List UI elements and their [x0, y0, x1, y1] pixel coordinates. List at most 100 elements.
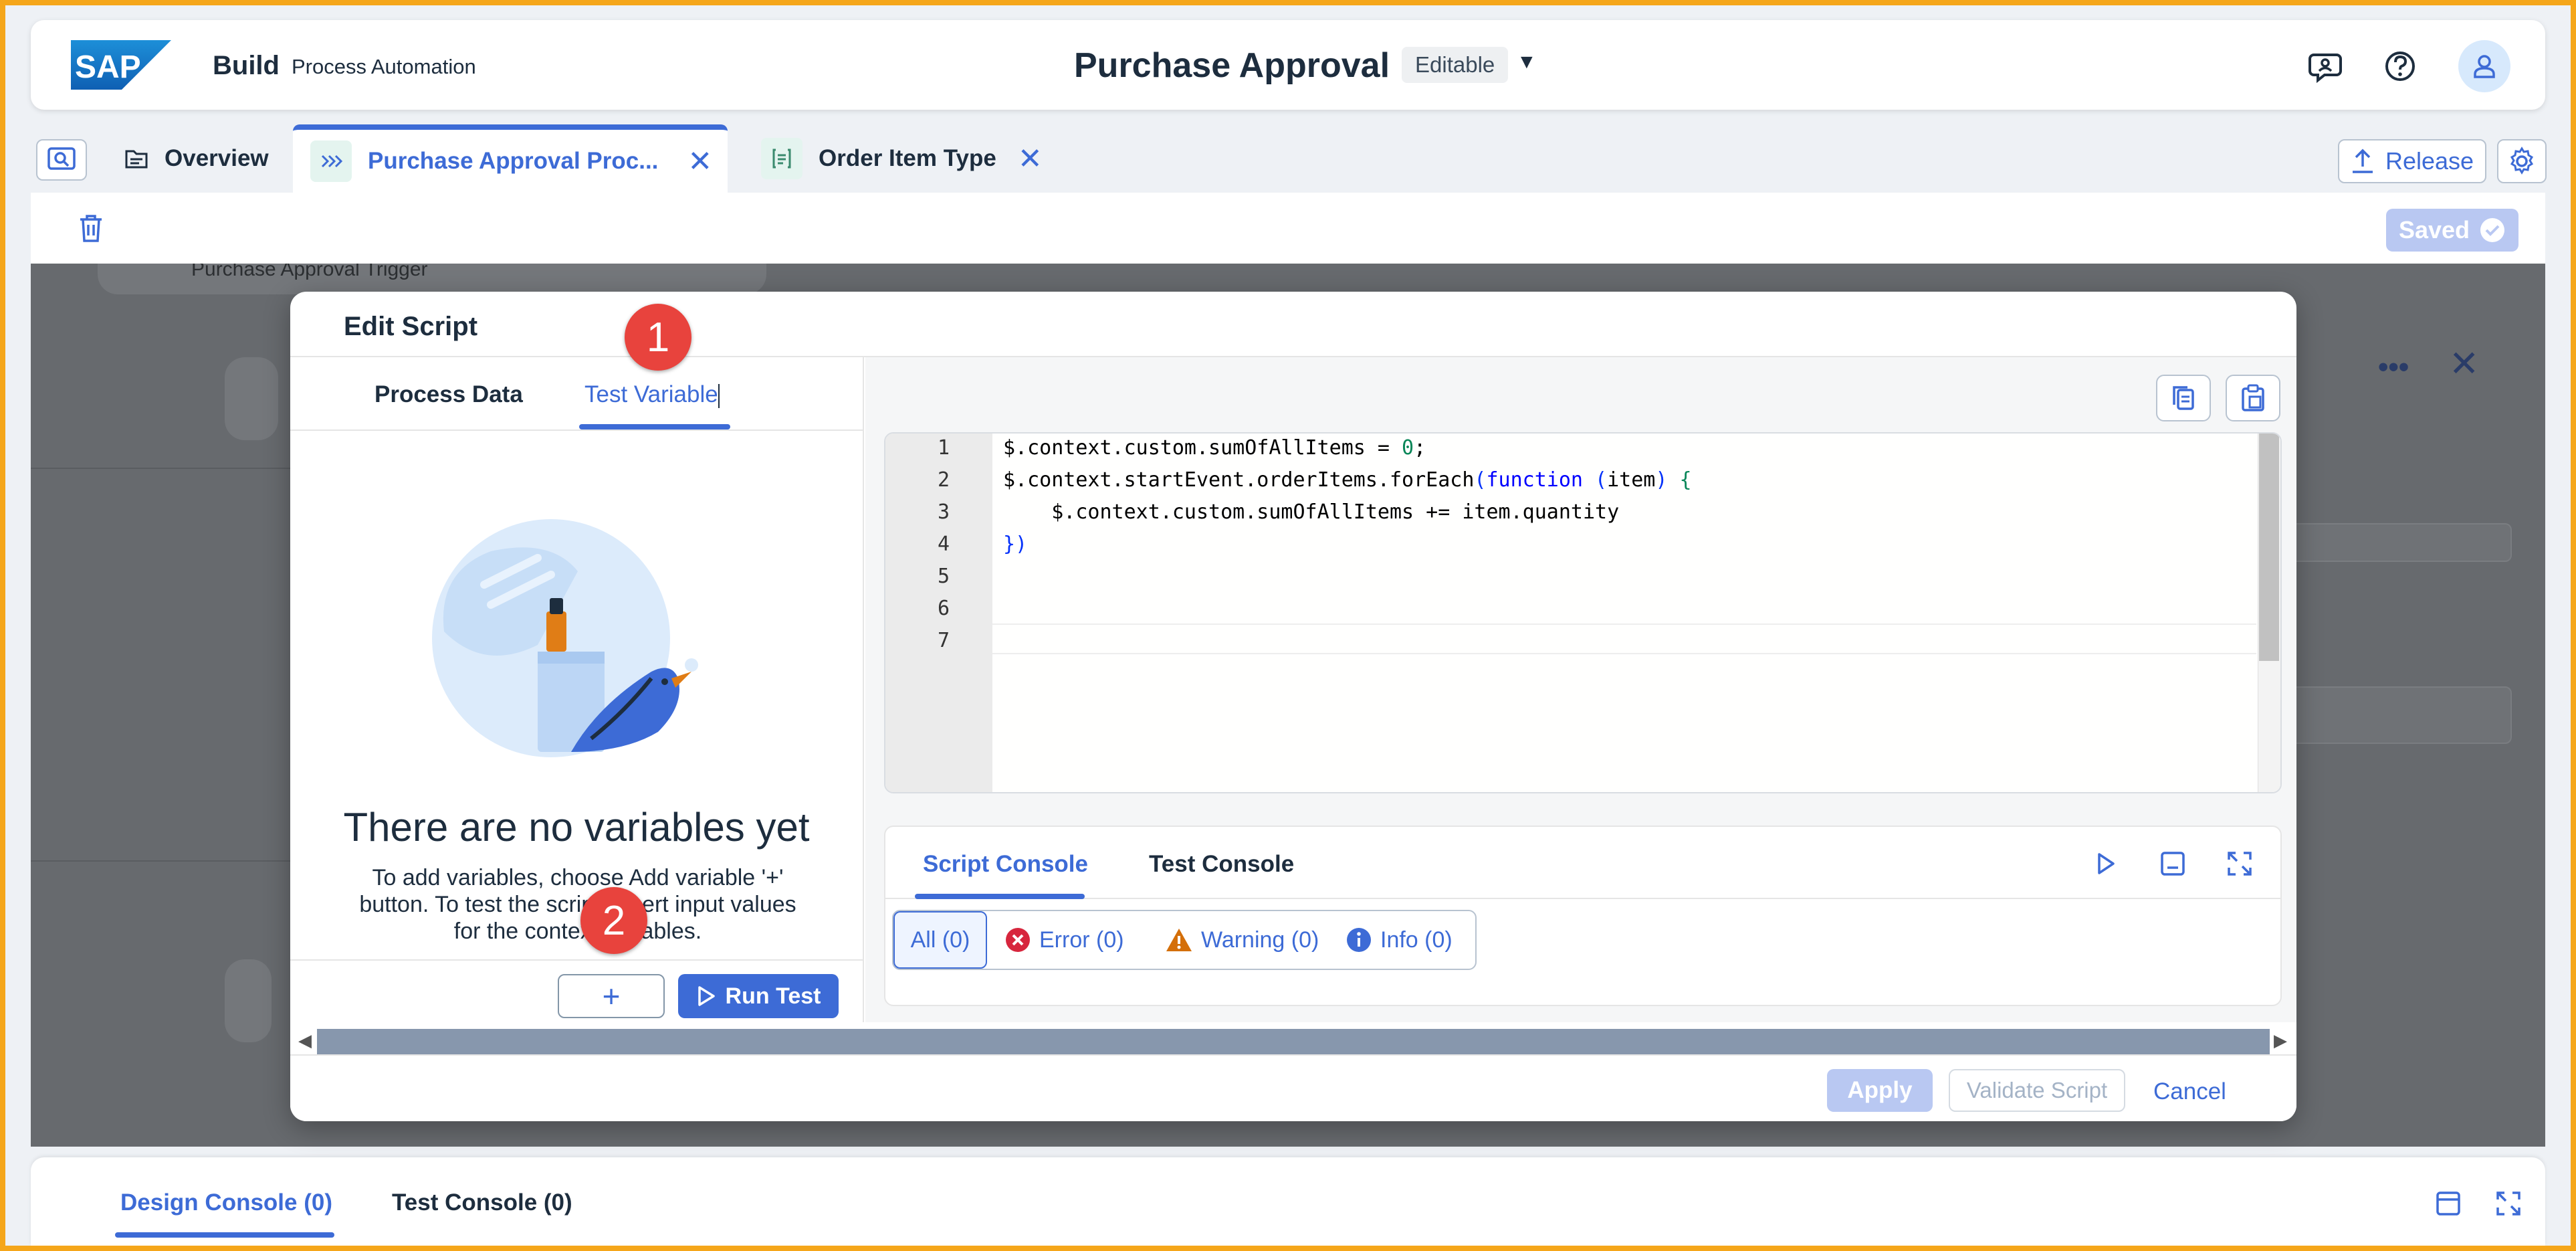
- line-number: 3: [937, 500, 950, 524]
- check-circle-icon: [2480, 218, 2505, 242]
- process-icon: [310, 140, 352, 182]
- tab-label: Test Variable: [584, 381, 718, 407]
- line-number: 4: [937, 533, 950, 556]
- minimize-icon[interactable]: [2156, 847, 2189, 880]
- tab-label: Purchase Approval Proc...: [368, 148, 659, 174]
- data-type-icon: [761, 138, 802, 179]
- line-number: 5: [937, 565, 950, 588]
- tab-label: Order Item Type: [819, 145, 996, 171]
- status-dropdown-icon[interactable]: ▼: [1517, 51, 1537, 74]
- filter-warning[interactable]: Warning (0): [1165, 911, 1319, 969]
- upload-icon: [2352, 149, 2373, 173]
- search-icon: [47, 147, 76, 170]
- close-icon[interactable]: ✕: [687, 145, 712, 179]
- trigger-card: Purchase Approval Trigger: [98, 264, 766, 294]
- tab-design-console[interactable]: Design Console (0): [120, 1189, 332, 1216]
- dialog-title: Edit Script: [344, 312, 478, 341]
- search-artifacts-button[interactable]: [36, 139, 87, 181]
- divider: [31, 468, 298, 469]
- feedback-icon[interactable]: [2307, 48, 2343, 84]
- expand-icon[interactable]: [2492, 1187, 2525, 1220]
- copy-button[interactable]: [2156, 375, 2211, 421]
- code-editor[interactable]: 1 2 3 4 5 6 7 $.context.custom.sumOfAllI…: [884, 432, 2282, 793]
- settings-button[interactable]: [2497, 139, 2547, 183]
- add-icon: +: [602, 979, 621, 1014]
- sap-logo[interactable]: SAP: [71, 40, 171, 90]
- close-icon[interactable]: ✕: [1018, 142, 1043, 176]
- user-avatar[interactable]: [2458, 40, 2510, 92]
- scrollbar-thumb[interactable]: [317, 1029, 2270, 1054]
- code-line: $.context.custom.sumOfAllItems += item.q…: [1003, 500, 1620, 524]
- text-cursor: [718, 383, 720, 408]
- tab-test-variable[interactable]: Test Variable: [584, 381, 720, 408]
- page-title: Purchase Approval: [1074, 46, 1390, 85]
- user-icon: [2474, 55, 2495, 78]
- editor-toolbar: Saved: [31, 193, 2545, 264]
- more-icon: •••: [2378, 351, 2409, 383]
- delete-icon[interactable]: [78, 213, 104, 244]
- filter-label: Warning (0): [1201, 927, 1319, 953]
- property-field: [2284, 686, 2512, 744]
- canvas-step-card: [225, 357, 278, 440]
- expand-icon[interactable]: [2223, 847, 2256, 880]
- edit-script-dialog: Edit Script Process Data Test Variable T…: [290, 292, 2296, 1121]
- close-icon: ✕: [2449, 344, 2480, 384]
- cancel-button[interactable]: Cancel: [2153, 1078, 2226, 1105]
- tab-order-item-type[interactable]: Order Item Type ✕: [761, 124, 1043, 193]
- empty-state-illustration: [432, 519, 698, 757]
- filter-info[interactable]: Info (0): [1346, 911, 1453, 969]
- trigger-label: Purchase Approval Trigger: [191, 264, 428, 280]
- app-window: SAP Build Process Automation Purchase Ap…: [5, 5, 2571, 1246]
- tab-test-console-bottom[interactable]: Test Console (0): [392, 1189, 572, 1216]
- help-icon[interactable]: [2382, 48, 2418, 84]
- editor-scrollbar[interactable]: [2258, 434, 2280, 792]
- callout-marker-2: 2: [580, 887, 647, 954]
- scroll-right-icon[interactable]: ▶: [2274, 1030, 2287, 1051]
- bottom-console: Design Console (0) Test Console (0): [31, 1157, 2545, 1246]
- run-test-label: Run Test: [725, 983, 821, 1009]
- paste-button[interactable]: [2226, 375, 2280, 421]
- run-icon[interactable]: [2089, 847, 2123, 880]
- validate-script-button[interactable]: Validate Script: [1949, 1069, 2125, 1112]
- tab-overview[interactable]: Overview: [124, 124, 269, 193]
- dialog-footer: Apply Validate Script Cancel: [290, 1054, 2296, 1121]
- play-icon: [697, 986, 715, 1006]
- filter-all[interactable]: All (0): [893, 911, 987, 969]
- tab-process-data[interactable]: Process Data: [374, 381, 523, 408]
- line-number: 1: [937, 436, 950, 460]
- panel-icon[interactable]: [2432, 1187, 2465, 1220]
- folder-icon: [124, 147, 148, 170]
- run-test-button[interactable]: Run Test: [678, 974, 839, 1018]
- error-icon: [1006, 928, 1030, 952]
- tab-script-console[interactable]: Script Console: [923, 851, 1088, 878]
- status-badge: Editable: [1402, 47, 1509, 83]
- apply-button[interactable]: Apply: [1827, 1069, 1933, 1112]
- empty-state-title: There are no variables yet: [343, 805, 810, 850]
- app-name: Build: [213, 51, 280, 80]
- empty-state-description: To add variables, choose Add variable '+…: [359, 865, 796, 944]
- tab-test-console[interactable]: Test Console: [1149, 851, 1294, 878]
- line-number: 7: [937, 629, 950, 652]
- script-pane: 1 2 3 4 5 6 7 $.context.custom.sumOfAllI…: [865, 357, 2296, 1054]
- scrollbar-thumb[interactable]: [2259, 434, 2279, 661]
- dialog-header: Edit Script: [290, 292, 2296, 357]
- dialog-horizontal-scrollbar[interactable]: ◀ ▶: [290, 1022, 2296, 1054]
- release-button[interactable]: Release: [2338, 139, 2486, 183]
- shell-bar: SAP Build Process Automation Purchase Ap…: [31, 20, 2545, 110]
- current-line-highlight: [992, 623, 2256, 654]
- release-label: Release: [2385, 147, 2474, 175]
- tab-purchase-approval-process[interactable]: Purchase Approval Proc... ✕: [293, 124, 728, 193]
- filter-label: All (0): [910, 927, 970, 953]
- active-tab-indicator: [115, 1232, 334, 1238]
- saved-label: Saved: [2398, 216, 2470, 244]
- canvas-end-card: [225, 959, 272, 1042]
- filter-error[interactable]: Error (0): [1004, 911, 1124, 969]
- active-tab-indicator: [579, 424, 730, 429]
- line-number-gutter: 1 2 3 4 5 6 7: [885, 434, 992, 792]
- line-number: 2: [937, 468, 950, 492]
- app-subtitle: Process Automation: [292, 55, 476, 78]
- variables-pane: Process Data Test Variable There are no …: [290, 357, 864, 1054]
- scroll-left-icon[interactable]: ◀: [298, 1030, 312, 1051]
- saved-status-button: Saved: [2386, 209, 2518, 252]
- add-variable-button[interactable]: +: [558, 974, 665, 1018]
